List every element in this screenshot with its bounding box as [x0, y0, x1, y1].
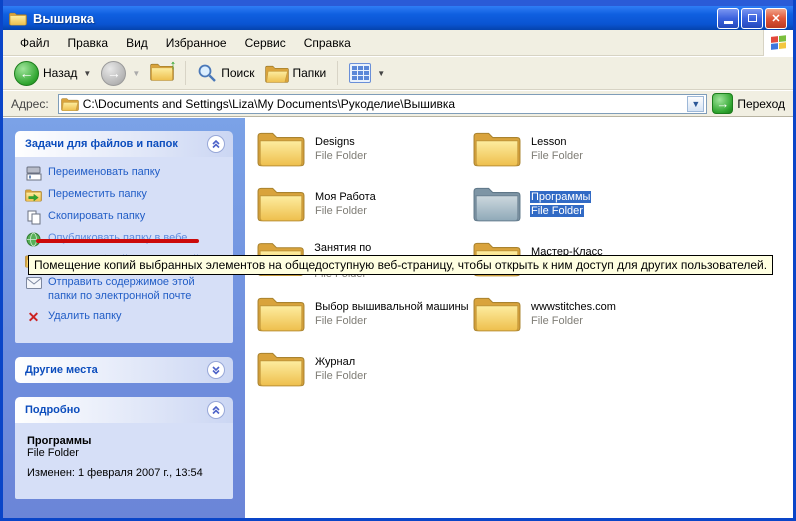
menu-file[interactable]: Файл: [11, 32, 59, 54]
minimize-button[interactable]: [717, 8, 739, 29]
address-label: Адрес:: [7, 97, 53, 111]
expand-chevron-icon[interactable]: [207, 361, 225, 379]
back-button[interactable]: ← Назад ▼: [9, 59, 96, 88]
search-label: Поиск: [221, 66, 254, 80]
task-rename-folder[interactable]: Переименовать папку: [25, 165, 225, 181]
search-button[interactable]: Поиск: [192, 61, 259, 85]
back-arrow-icon: ←: [14, 61, 39, 86]
window-title: Вышивка: [33, 11, 94, 26]
other-places-panel: Другие места: [15, 357, 233, 383]
views-dropdown-caret[interactable]: ▼: [377, 69, 385, 78]
address-folder-icon: [61, 97, 79, 111]
windows-logo: [763, 30, 793, 56]
title-bar[interactable]: Вышивка ✕: [3, 6, 793, 30]
address-path: C:\Documents and Settings\Liza\My Docume…: [83, 97, 688, 111]
explorer-window: Вышивка ✕ Файл Правка Вид Избранное Серв…: [0, 0, 796, 521]
menu-help[interactable]: Справка: [295, 32, 360, 54]
details-panel: Подробно Программы File Folder Изменен: …: [15, 397, 233, 499]
task-delete-folder[interactable]: ✕ Удалить папку: [25, 309, 225, 325]
folder-tile-zhurnal[interactable]: ЖурналFile Folder: [257, 349, 473, 394]
task-email-folder[interactable]: Отправить содержимое этой папки по элект…: [25, 275, 225, 303]
up-folder-icon: ↑: [150, 62, 174, 84]
folder-tile-programmy-selected[interactable]: ПрограммыFile Folder: [473, 184, 689, 229]
folders-button[interactable]: Папки: [260, 62, 332, 85]
other-places-title: Другие места: [25, 364, 98, 376]
delete-x-icon: ✕: [25, 309, 42, 325]
views-icon: [349, 63, 371, 83]
folder-tile-lesson[interactable]: LessonFile Folder: [473, 129, 689, 174]
folder-icon: [473, 294, 521, 332]
address-input[interactable]: C:\Documents and Settings\Liza\My Docume…: [58, 94, 708, 114]
search-icon: [197, 63, 217, 83]
back-dropdown-caret[interactable]: ▼: [83, 69, 91, 78]
folder-icon-selected: [473, 184, 521, 222]
standard-toolbar: ← Назад ▼ → ▼ ↑ Поиск: [3, 57, 793, 90]
copy-icon: [25, 209, 42, 225]
folders-label: Папки: [293, 66, 327, 80]
folder-icon: [257, 349, 305, 387]
address-dropdown-button[interactable]: ▼: [687, 96, 704, 112]
tasks-panel-header[interactable]: Задачи для файлов и папок: [15, 131, 233, 157]
menu-edit[interactable]: Правка: [59, 32, 118, 54]
maximize-button[interactable]: [741, 8, 763, 29]
move-icon: [25, 187, 42, 203]
details-folder-type: File Folder: [27, 447, 223, 459]
menu-view[interactable]: Вид: [117, 32, 157, 54]
rename-icon: [25, 165, 42, 181]
folder-tile-vybor-mashiny[interactable]: Выбор вышивальной машиныFile Folder: [257, 294, 473, 339]
tasks-panel-title: Задачи для файлов и папок: [25, 138, 178, 150]
up-button[interactable]: ↑: [145, 60, 179, 86]
task-move-folder[interactable]: Переместить папку: [25, 187, 225, 203]
folder-icon: [257, 294, 305, 332]
forward-dropdown-caret: ▼: [132, 69, 140, 78]
task-copy-folder[interactable]: Скопировать папку: [25, 209, 225, 225]
folder-tile-wwwstitches[interactable]: wwwstitches.comFile Folder: [473, 294, 689, 339]
folder-icon: [9, 11, 27, 26]
collapse-chevron-icon[interactable]: [207, 401, 225, 419]
folders-icon: [265, 64, 289, 83]
folder-icon: [257, 129, 305, 167]
close-button[interactable]: ✕: [765, 8, 787, 29]
go-button[interactable]: → Переход: [712, 93, 789, 114]
go-arrow-icon: →: [712, 93, 733, 114]
file-folder-tasks-panel: Задачи для файлов и папок Переименовать …: [15, 131, 233, 343]
task-pane-sidebar: Задачи для файлов и папок Переименовать …: [3, 118, 245, 518]
email-icon: [25, 275, 42, 291]
go-label: Переход: [737, 97, 785, 111]
red-marker-annotation: [36, 239, 199, 243]
forward-button[interactable]: → ▼: [96, 59, 145, 88]
other-places-header[interactable]: Другие места: [15, 357, 233, 383]
folder-icon: [473, 129, 521, 167]
folder-tile-designs[interactable]: DesignsFile Folder: [257, 129, 473, 174]
details-title: Подробно: [25, 404, 80, 416]
address-bar: Адрес: C:\Documents and Settings\Liza\My…: [3, 91, 793, 117]
menu-favorites[interactable]: Избранное: [157, 32, 236, 54]
collapse-chevron-icon[interactable]: [207, 135, 225, 153]
folder-icon: [257, 184, 305, 222]
menu-bar: Файл Правка Вид Избранное Сервис Справка: [3, 30, 793, 56]
menu-tools[interactable]: Сервис: [236, 32, 295, 54]
forward-arrow-icon: →: [101, 61, 126, 86]
publish-tooltip: Помещение копий выбранных элементов на о…: [28, 255, 773, 275]
details-folder-name: Программы: [27, 435, 223, 447]
back-label: Назад: [43, 66, 77, 80]
views-button[interactable]: ▼: [344, 61, 390, 85]
details-header[interactable]: Подробно: [15, 397, 233, 423]
details-modified: Изменен: 1 февраля 2007 г., 13:54: [27, 467, 223, 479]
folder-contents: DesignsFile Folder LessonFile Folder Моя…: [245, 118, 793, 518]
folder-tile-moya-rabota[interactable]: Моя РаботаFile Folder: [257, 184, 473, 229]
